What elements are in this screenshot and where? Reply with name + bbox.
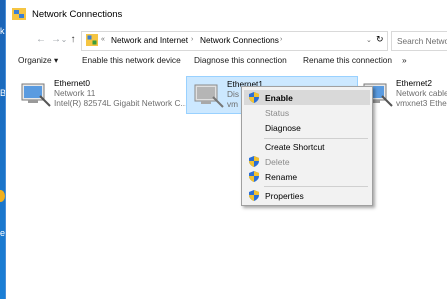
window-title: Network Connections (32, 9, 123, 20)
more-commands-button[interactable]: » (402, 55, 407, 65)
menu-item-label: Rename (265, 172, 298, 182)
breadcrumb-network-connections[interactable]: Network Connections (200, 35, 279, 45)
menu-item-delete: Delete (244, 154, 370, 169)
network-adapter-icon (21, 83, 51, 107)
organize-menu-button[interactable]: Organize ▾ (18, 55, 58, 65)
menu-item-status: Status (244, 105, 370, 120)
search-placeholder: Search Netwo (397, 36, 447, 46)
menu-separator (264, 186, 368, 187)
menu-item-label: Delete (265, 157, 290, 167)
adapter-name: Ethernet0 (54, 78, 90, 88)
menu-item-enable[interactable]: Enable (244, 90, 370, 105)
adapter-network: Network cable u (396, 88, 447, 98)
network-connections-window: Network Connections ← → ⌄ ↑ « Network an… (5, 0, 447, 299)
menu-item-properties[interactable]: Properties (244, 188, 370, 203)
menu-item-label: Create Shortcut (265, 142, 325, 152)
command-bar: Organize ▾ Enable this network device Di… (6, 53, 447, 68)
breadcrumb-overflow-icon[interactable]: « (101, 36, 105, 43)
menu-item-label: Diagnose (265, 123, 301, 133)
diagnose-connection-button[interactable]: Diagnose this connection (194, 55, 287, 65)
refresh-icon[interactable]: ↻ (376, 34, 384, 45)
uac-shield-icon (249, 156, 259, 167)
menu-item-create-shortcut[interactable]: Create Shortcut (244, 139, 370, 154)
up-arrow-icon[interactable]: ↑ (66, 33, 80, 47)
address-dropdown-icon[interactable]: ⌄ (366, 36, 372, 44)
rename-connection-button[interactable]: Rename this connection (303, 55, 392, 65)
enable-device-button[interactable]: Enable this network device (82, 55, 181, 65)
adapter-name: Ethernet2 (396, 78, 432, 88)
breadcrumb-network-and-internet[interactable]: Network and Internet (111, 35, 188, 45)
adapter-list: Ethernet0 Network 11 Intel(R) 82574L Gig… (6, 70, 447, 299)
adapter-ethernet0[interactable]: Ethernet0 Network 11 Intel(R) 82574L Gig… (14, 76, 187, 112)
uac-shield-icon (249, 190, 259, 201)
menu-item-label: Enable (265, 93, 293, 103)
control-panel-icon (86, 34, 98, 46)
network-adapter-disabled-icon (194, 84, 224, 108)
navigation-bar: ← → ⌄ ↑ « Network and Internet › Network… (6, 30, 447, 52)
breadcrumb-separator-icon[interactable]: › (191, 36, 193, 43)
address-bar[interactable]: « Network and Internet › Network Connect… (81, 31, 388, 51)
title-bar[interactable]: Network Connections (6, 0, 447, 30)
back-arrow-icon[interactable]: ← (34, 33, 48, 47)
menu-item-label: Status (265, 108, 290, 118)
context-menu: Enable Status Diagnose Create Shortcut D… (241, 86, 373, 206)
adapter-device: Intel(R) 82574L Gigabit Network C... (54, 98, 188, 108)
menu-item-label: Properties (265, 191, 304, 201)
menu-item-rename[interactable]: Rename (244, 169, 370, 184)
adapter-device: vmxnet3 Etherne (396, 98, 447, 108)
menu-item-diagnose[interactable]: Diagnose (244, 120, 370, 135)
uac-shield-icon (249, 92, 259, 103)
desktop-label-1: k (0, 26, 5, 36)
uac-shield-icon (249, 171, 259, 182)
network-folder-icon (12, 8, 26, 20)
search-box[interactable]: Search Netwo (391, 31, 447, 51)
adapter-network: Network 11 (54, 88, 96, 98)
breadcrumb-separator-icon[interactable]: › (280, 36, 282, 43)
